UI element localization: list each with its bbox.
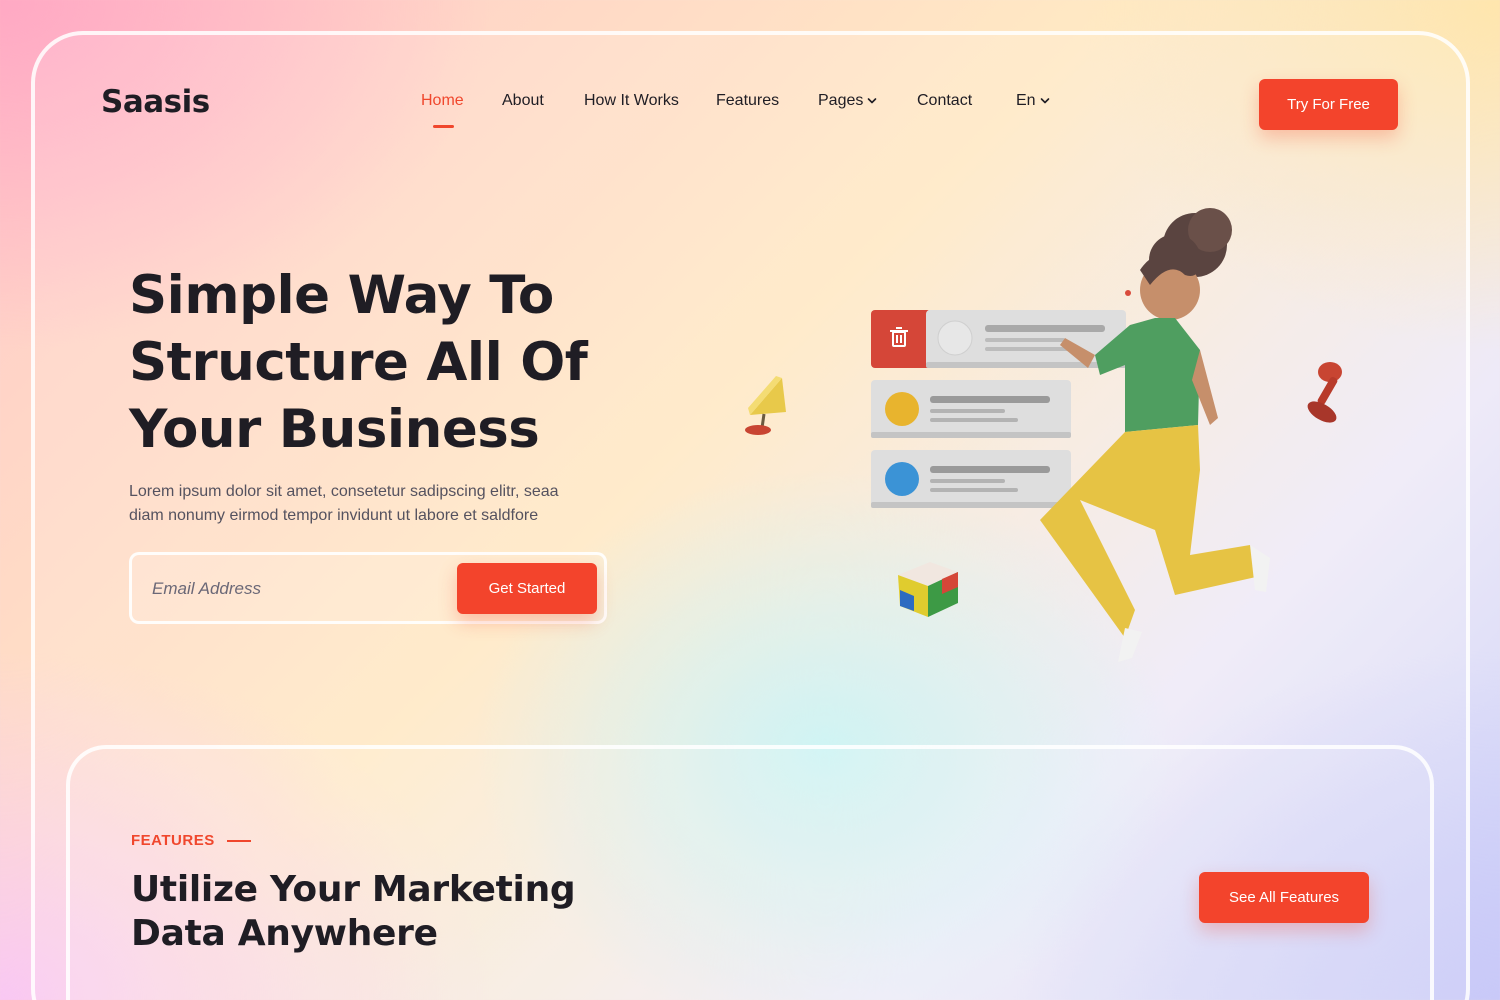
hero-illustration <box>745 208 1342 662</box>
hero-title: Simple Way To Structure All Of Your Busi… <box>129 262 689 463</box>
hero-description: Lorem ipsum dolor sit amet, consetetur s… <box>129 480 609 528</box>
nav-active-indicator <box>433 125 454 128</box>
see-all-features-button[interactable]: See All Features <box>1199 872 1369 923</box>
features-tag-label: FEATURES <box>131 832 215 849</box>
features-title: Utilize Your Marketing Data Anywhere <box>131 868 576 956</box>
brand-logo[interactable]: Saasis <box>101 84 210 120</box>
stamp-decoration <box>1307 362 1342 423</box>
features-tag: FEATURES <box>131 832 251 849</box>
character-illustration <box>1040 208 1270 662</box>
hero-description-line: Lorem ipsum dolor sit amet, consetetur s… <box>129 483 559 500</box>
chevron-down-icon <box>868 98 877 104</box>
try-for-free-button[interactable]: Try For Free <box>1259 79 1398 130</box>
puzzle-cube-decoration <box>898 562 958 617</box>
nav-item-home[interactable]: Home <box>421 92 464 110</box>
hero-title-line: Simple Way To <box>129 265 554 326</box>
nav-item-label: Features <box>716 92 780 109</box>
features-title-line: Utilize Your Marketing <box>131 869 576 910</box>
nav-item-label: How It Works <box>584 92 679 109</box>
nav-item-label: Pages <box>818 92 864 109</box>
hero-title-line: Structure All Of <box>129 332 588 393</box>
hero-description-line: diam nonumy eirmod tempor invidunt ut la… <box>129 507 539 524</box>
get-started-button[interactable]: Get Started <box>457 563 597 614</box>
nav-item-about[interactable]: About <box>502 92 544 110</box>
nav-item-label: Home <box>421 92 464 109</box>
chevron-down-icon <box>1040 98 1049 104</box>
email-field[interactable] <box>152 575 442 603</box>
nav-item-label: Contact <box>917 92 973 109</box>
nav-item-pages[interactable]: Pages <box>818 92 877 110</box>
nav-item-features[interactable]: Features <box>716 92 779 110</box>
nav-item-how-it-works[interactable]: How It Works <box>584 92 679 110</box>
nav-item-contact[interactable]: Contact <box>917 92 972 110</box>
lamp-decoration <box>745 376 786 435</box>
list-card-blue <box>871 450 1071 508</box>
list-card-yellow <box>871 380 1071 438</box>
language-label: En <box>1016 92 1036 109</box>
hero-title-line: Your Business <box>129 399 540 460</box>
tag-divider <box>226 839 251 842</box>
features-title-line: Data Anywhere <box>131 913 438 954</box>
language-selector[interactable]: En <box>1016 92 1050 110</box>
nav-item-label: About <box>502 92 544 109</box>
